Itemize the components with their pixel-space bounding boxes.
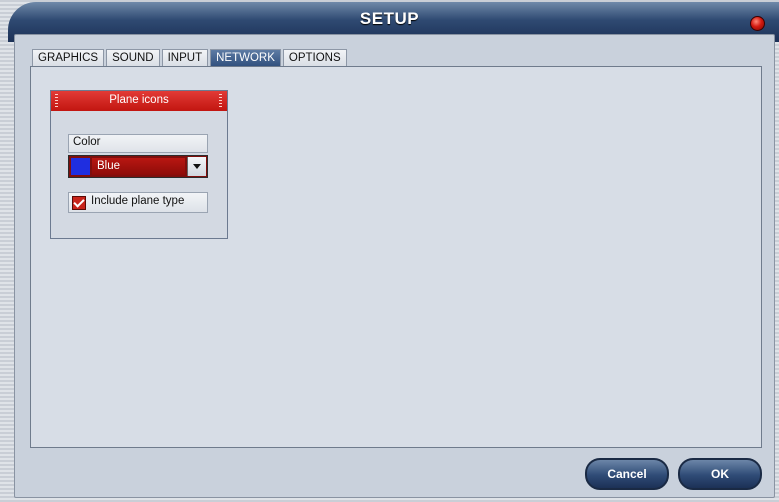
tab-bar: GRAPHICS SOUND INPUT NETWORK OPTIONS bbox=[32, 49, 349, 67]
tab-sound[interactable]: SOUND bbox=[106, 49, 160, 67]
color-select[interactable]: Blue bbox=[68, 155, 208, 178]
tab-options[interactable]: OPTIONS bbox=[282, 49, 347, 67]
chevron-down-icon[interactable] bbox=[187, 157, 206, 176]
ok-button[interactable]: OK bbox=[678, 458, 762, 490]
color-label: Color bbox=[73, 136, 101, 148]
color-select-value: Blue bbox=[92, 158, 185, 175]
tab-graphics[interactable]: GRAPHICS bbox=[32, 49, 105, 67]
color-label-box: Color bbox=[68, 134, 208, 153]
window-title: SETUP bbox=[359, 9, 420, 28]
grip-right-icon bbox=[219, 94, 222, 107]
include-plane-type-checkbox[interactable] bbox=[72, 196, 86, 210]
close-icon[interactable] bbox=[750, 16, 765, 31]
plane-icons-title: Plane icons bbox=[109, 94, 169, 106]
setup-window: SETUP GRAPHICS SOUND INPUT NETWORK OPTIO… bbox=[0, 0, 779, 502]
tab-network[interactable]: NETWORK bbox=[210, 49, 281, 67]
cancel-button[interactable]: Cancel bbox=[585, 458, 669, 490]
plane-icons-header[interactable]: Plane icons bbox=[51, 91, 227, 111]
tab-input[interactable]: INPUT bbox=[161, 49, 209, 67]
include-plane-type-row[interactable]: Include plane type bbox=[68, 192, 208, 213]
color-swatch bbox=[71, 158, 90, 175]
include-plane-type-label: Include plane type bbox=[91, 195, 185, 207]
